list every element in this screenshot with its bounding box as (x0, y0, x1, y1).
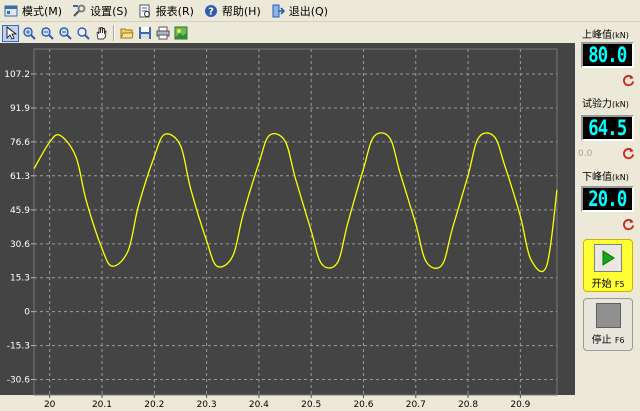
lower-peak-display: 20.0 (581, 186, 634, 212)
save-disk-icon (138, 26, 152, 40)
zoom-x-icon (40, 26, 54, 40)
exit-icon (271, 4, 285, 18)
x-tick-label: 20.9 (510, 400, 530, 410)
chart-background (0, 43, 575, 411)
x-tick-label: 20.8 (458, 400, 478, 410)
x-tick-label: 20.3 (197, 400, 217, 410)
menu-item-exit[interactable]: 退出(Q) (267, 1, 334, 21)
reset-upper-peak-icon[interactable] (622, 74, 635, 87)
zoom-out-icon (58, 26, 72, 40)
x-tick-label: 20.5 (301, 400, 321, 410)
y-tick-label: 15.3 (10, 274, 30, 284)
svg-text:?: ? (208, 6, 214, 17)
pan-tool-button[interactable] (92, 25, 109, 42)
y-tick-label: 45.9 (10, 206, 30, 216)
x-tick-label: 20.7 (406, 400, 426, 410)
printer-icon (156, 26, 170, 40)
save-tool-button[interactable] (136, 25, 153, 42)
zoom-in-icon (22, 26, 36, 40)
mode-icon (4, 4, 18, 18)
start-button-label: 开始 F5 (591, 279, 625, 290)
zoom-fit-tool-button[interactable] (74, 25, 91, 42)
settings-wrench-icon (72, 4, 86, 18)
y-tick-label: -30.6 (7, 375, 31, 385)
menu-item-report[interactable]: 报表(R) (134, 1, 200, 21)
x-tick-label: 20.4 (249, 400, 269, 410)
export-tool-button[interactable] (172, 25, 189, 42)
y-tick-label: -15.3 (7, 342, 30, 352)
toolbar-separator (113, 25, 115, 41)
x-axis-strip (0, 395, 575, 411)
reset-lower-peak-icon[interactable] (622, 218, 635, 231)
menu-item-help[interactable]: ? 帮助(H) (200, 1, 267, 21)
stop-button[interactable]: 停止 F6 (583, 298, 633, 351)
test-force-label: 试验力(kN) (582, 99, 629, 110)
play-icon (594, 244, 622, 272)
stop-icon (595, 303, 621, 328)
zoom-out-tool-button[interactable] (56, 25, 73, 42)
y-tick-label: 0 (24, 308, 30, 318)
cursor-arrow-icon (4, 26, 18, 40)
upper-peak-display: 80.0 (581, 42, 634, 68)
hand-pan-icon (94, 26, 108, 40)
x-tick-label: 20.1 (92, 400, 112, 410)
test-force-secondary-value: 0.0 (578, 149, 593, 159)
chart-area[interactable]: 107.2 91.9 76.6 61.3 45.9 30.6 15.3 0 -15.3 -30.6… (0, 43, 575, 411)
y-tick-label: 30.6 (10, 240, 30, 250)
menu-label: 退出(Q) (288, 4, 328, 18)
x-tick-label: 20 (44, 400, 56, 410)
pointer-tool-button[interactable] (2, 24, 19, 42)
stop-button-label: 停止 F6 (591, 335, 625, 346)
reset-test-force-icon[interactable] (622, 147, 635, 160)
help-icon: ? (204, 4, 218, 18)
zoom-x-tool-button[interactable] (38, 25, 55, 42)
test-force-display: 64.5 (581, 115, 634, 141)
chart-toolbar (0, 23, 575, 43)
open-tool-button[interactable] (118, 25, 135, 42)
menu-label: 设置(S) (90, 4, 128, 18)
x-tick-label: 20.6 (353, 400, 373, 410)
y-tick-label: 107.2 (4, 70, 30, 80)
menu-item-settings-wrench[interactable]: 设置(S) (68, 1, 134, 21)
lower-peak-label: 下峰值(kN) (582, 172, 629, 183)
folder-open-icon (119, 26, 134, 40)
menu-label: 报表(R) (155, 4, 194, 18)
start-button[interactable]: 开始 F5 (583, 239, 633, 292)
menu-item-mode[interactable]: 模式(M) (0, 1, 68, 21)
right-panel: 上峰值(kN) 80.0 试验力(kN) 64.5 0.0 下峰值(kN) 20… (576, 22, 640, 411)
report-icon (138, 4, 152, 18)
x-tick-label: 20.2 (144, 400, 164, 410)
y-tick-label: 61.3 (10, 172, 30, 182)
zoom-in-tool-button[interactable] (20, 25, 37, 42)
y-tick-label: 76.6 (10, 138, 30, 148)
menu-bar: 模式(M) 设置(S) 报表(R)? 帮助(H) 退出(Q) (0, 0, 640, 22)
menu-label: 帮助(H) (221, 4, 261, 18)
upper-peak-label: 上峰值(kN) (582, 30, 629, 41)
force-time-chart[interactable]: 107.2 91.9 76.6 61.3 45.9 30.6 15.3 0 -15.3 -30.6… (0, 43, 575, 411)
zoom-fit-icon (76, 26, 90, 40)
menu-label: 模式(M) (22, 4, 63, 18)
print-tool-button[interactable] (154, 25, 171, 42)
export-image-icon (174, 26, 188, 40)
y-tick-label: 91.9 (10, 104, 30, 114)
